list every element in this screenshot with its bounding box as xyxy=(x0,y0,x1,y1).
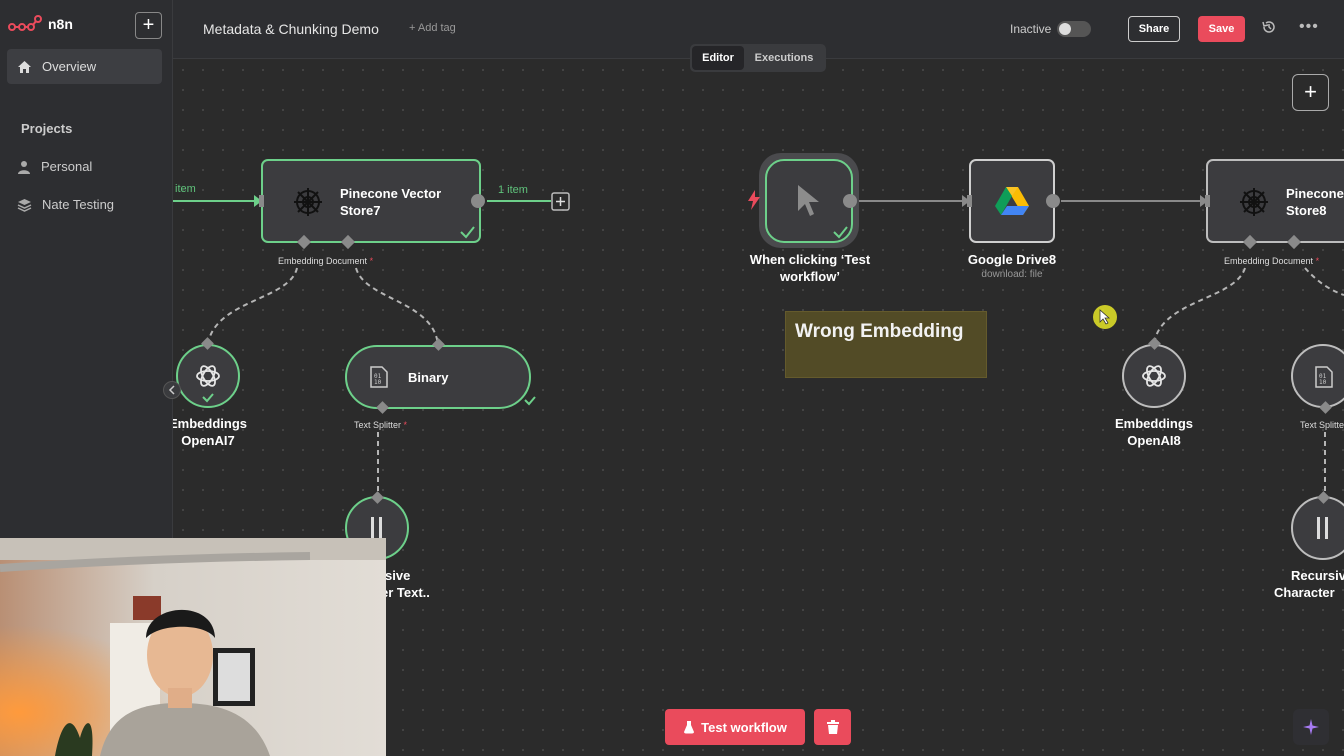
required-marker: * xyxy=(1315,256,1320,266)
sidebar-item-nate-testing-label: Nate Testing xyxy=(42,197,115,212)
pinecone8-title-line1: Pinecone xyxy=(1286,186,1344,201)
flask-icon xyxy=(684,721,695,734)
history-icon[interactable] xyxy=(1261,19,1277,35)
home-icon xyxy=(18,60,31,73)
required-marker: * xyxy=(369,256,374,266)
add-node-button[interactable]: + xyxy=(1292,74,1329,111)
edge-label-in: item xyxy=(175,183,196,195)
splitter-icon xyxy=(371,517,382,539)
svg-text:10: 10 xyxy=(1319,379,1327,386)
presenter-video xyxy=(0,538,386,756)
more-options-icon[interactable]: ••• xyxy=(1299,18,1319,36)
sidebar-item-personal[interactable]: Personal xyxy=(17,159,92,174)
pinecone8-embedding-port: Embedding Document * xyxy=(1224,256,1319,266)
recursive8-line2: Character xyxy=(1274,585,1335,600)
pinecone8-title[interactable]: Pinecone Store8 xyxy=(1286,185,1344,219)
port-label-text: Text Splitter xyxy=(354,420,402,430)
edge-embedding7 xyxy=(207,267,298,345)
tab-executions[interactable]: Executions xyxy=(746,46,822,70)
chevron-left-icon xyxy=(168,385,175,395)
sidebar-item-personal-label: Personal xyxy=(41,159,93,174)
pinecone-icon xyxy=(294,188,322,216)
mouse-pointer-icon xyxy=(1099,309,1111,325)
edge-embedding8 xyxy=(1153,267,1246,345)
binary-file-icon: 01 10 xyxy=(1315,366,1333,388)
sidebar-collapse-button[interactable] xyxy=(163,381,181,399)
n8n-logo-icon xyxy=(8,15,42,31)
pinecone7-title-line2: Store7 xyxy=(340,203,381,218)
edge-label-out: 1 item xyxy=(498,184,528,196)
test-workflow-button[interactable]: Test workflow xyxy=(665,709,805,745)
binary-splitter-port: Text Splitter * xyxy=(354,420,407,430)
workflow-title[interactable]: Metadata & Chunking Demo xyxy=(203,21,379,37)
openai-icon xyxy=(196,365,220,387)
n8n-logo[interactable]: n8n xyxy=(8,14,73,34)
webcam-overlay xyxy=(0,538,386,756)
pinecone7-title-line1: Pinecone Vector xyxy=(340,186,442,201)
ai-assistant-button[interactable] xyxy=(1293,709,1329,745)
save-button[interactable]: Save xyxy=(1198,16,1245,42)
sidebar-item-overview-label: Overview xyxy=(42,59,97,74)
share-button[interactable]: Share xyxy=(1128,16,1180,42)
active-toggle[interactable] xyxy=(1057,21,1091,37)
n8n-app: 01 10 01 10 Pinecone Vector Store7 Embed… xyxy=(0,0,1344,756)
create-new-button[interactable]: + xyxy=(135,12,162,39)
sidebar-item-nate-testing[interactable]: Nate Testing xyxy=(17,197,114,212)
embeddings8-label: Embeddings OpenAI8 xyxy=(1108,415,1200,449)
binary-file-icon: 01 10 xyxy=(370,366,388,388)
toggle-knob xyxy=(1059,23,1071,35)
recursive8-line1: Recursiv xyxy=(1291,568,1344,583)
openai-icon xyxy=(1142,365,1166,387)
sticky-note-text: Wrong Embedding xyxy=(795,321,964,342)
recursive7-label: sive er Text.. xyxy=(381,567,430,601)
recursive7-line2: er Text.. xyxy=(381,585,430,600)
app-name: n8n xyxy=(48,16,73,32)
test-workflow-label: Test workflow xyxy=(701,719,787,735)
tab-editor[interactable]: Editor xyxy=(692,46,744,70)
trigger-line1: When clicking ‘Test xyxy=(749,252,871,267)
view-tabs: Editor Executions xyxy=(690,44,826,72)
trigger-label[interactable]: When clicking ‘Test workflow’ xyxy=(738,251,882,285)
drive-title[interactable]: Google Drive8 xyxy=(952,251,1072,268)
edge-binary xyxy=(355,267,439,345)
delete-button[interactable] xyxy=(814,709,851,745)
sparkle-icon xyxy=(1303,719,1319,735)
pinecone-icon xyxy=(1240,188,1268,216)
trigger-line2: workflow’ xyxy=(780,269,840,284)
pointer-icon xyxy=(798,185,819,216)
google-drive-icon xyxy=(995,187,1029,215)
embeddings7-label: Embeddings OpenAI7 xyxy=(166,415,250,449)
recursive7-line1: sive xyxy=(385,568,411,583)
layers-icon xyxy=(17,198,32,212)
trash-icon xyxy=(826,720,839,734)
pinecone7-embedding-port: Embedding Document * xyxy=(278,256,373,266)
edge-document8 xyxy=(1304,267,1344,296)
status-label: Inactive xyxy=(1010,22,1052,36)
lightning-icon xyxy=(748,190,760,210)
user-icon xyxy=(18,160,30,174)
pinecone7-title[interactable]: Pinecone Vector Store7 xyxy=(340,185,441,219)
add-tag-link[interactable]: + Add tag xyxy=(409,22,456,34)
splitter-icon xyxy=(1317,517,1328,539)
splitter8-port: Text Splitter xyxy=(1300,420,1344,430)
svg-text:10: 10 xyxy=(374,379,382,386)
required-marker: * xyxy=(403,420,408,430)
drive-subtitle: download: file xyxy=(981,269,1043,280)
embeddings8-line2: OpenAI8 xyxy=(1127,433,1181,448)
port-label-text: Embedding Document xyxy=(1224,256,1314,266)
recursive8-label: Recursiv Character xyxy=(1274,567,1344,601)
embeddings7-line2: OpenAI7 xyxy=(181,433,235,448)
pinecone8-title-line2: Store8 xyxy=(1286,203,1327,218)
embeddings7-line1: Embeddings xyxy=(168,416,247,431)
projects-heading: Projects xyxy=(21,121,73,136)
binary-title[interactable]: Binary xyxy=(408,369,448,386)
port-label-text: Embedding Document xyxy=(278,256,368,266)
embeddings8-line1: Embeddings xyxy=(1114,416,1193,431)
sidebar-item-overview[interactable]: Overview xyxy=(7,49,162,84)
